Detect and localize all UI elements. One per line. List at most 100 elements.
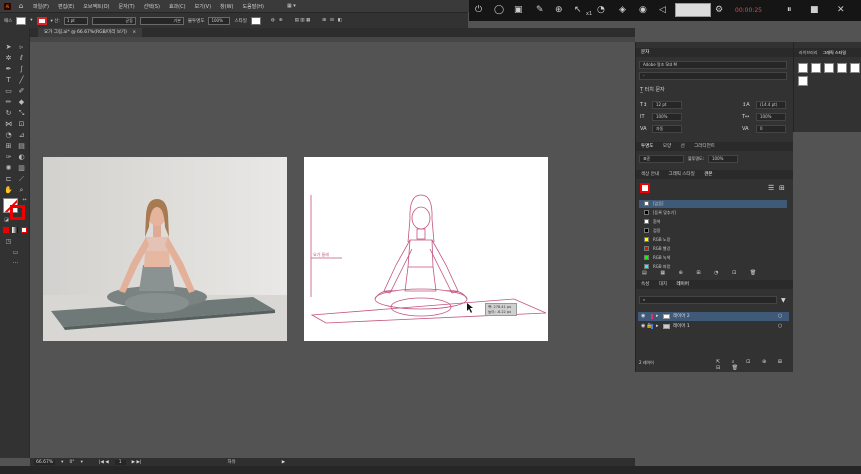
symbol-sprayer-tool-icon[interactable]: ✺ <box>4 164 13 173</box>
layers-filter-icon[interactable]: ▼ <box>781 297 786 304</box>
artboard-number-field[interactable]: 1 <box>114 459 126 465</box>
tab-artboards[interactable]: 대지 <box>659 280 667 289</box>
panel-opacity-field[interactable]: 100% <box>708 155 738 163</box>
menu-help[interactable]: 도움말(H) <box>243 3 264 10</box>
horizontal-scale-field[interactable]: 100% <box>756 113 786 121</box>
menu-edit[interactable]: 편집(E) <box>58 3 74 10</box>
pencil-tool-icon[interactable]: ✏ <box>4 98 13 107</box>
eraser-tool-icon[interactable]: ◆ <box>17 98 26 107</box>
perspective-tool-icon[interactable]: ⊿ <box>17 131 26 140</box>
visibility-eye-icon[interactable]: ◉ <box>641 322 645 331</box>
camera-icon[interactable]: ▣ <box>514 5 523 15</box>
free-transform-tool-icon[interactable]: ⊡ <box>17 120 26 129</box>
width-tool-icon[interactable]: ⋈ <box>4 120 13 129</box>
menu-file[interactable]: 파일(F) <box>33 3 49 10</box>
zoom-tool-icon[interactable]: ⌕ <box>17 186 26 195</box>
fill-swatch[interactable] <box>16 16 27 25</box>
zoom-icon[interactable]: ⊕ <box>555 5 563 15</box>
stop-record-icon[interactable]: ⏻ <box>475 5 482 15</box>
screen-mode-icon[interactable]: ▭ <box>11 248 20 257</box>
stroke-label-icon[interactable]: ▾ 선: <box>51 18 60 24</box>
arrow-icon[interactable]: ↖ <box>574 5 582 15</box>
artboard-1-photo[interactable] <box>43 157 287 341</box>
draw-mode-icon[interactable]: ◳ <box>4 237 13 246</box>
direct-selection-tool-icon[interactable]: ▹ <box>17 43 26 52</box>
style-swatch[interactable] <box>250 16 261 25</box>
stroke-color-box[interactable] <box>10 205 25 220</box>
status-menu-icon[interactable]: ▶ <box>282 460 285 465</box>
tab-properties[interactable]: 속성 <box>641 280 649 289</box>
workspace-icon[interactable]: ▦ ▾ <box>287 3 296 9</box>
pen-icon[interactable]: ✎ <box>536 5 544 15</box>
rotation-chevron-icon[interactable]: ▾ <box>81 460 83 465</box>
kerning-field[interactable]: 자동 <box>652 125 682 133</box>
next-artboard-icon[interactable]: ▶ ▶| <box>132 460 142 465</box>
style-thumb-6[interactable] <box>798 76 808 86</box>
stroke-profile-dropdown[interactable]: 균등 <box>91 16 136 25</box>
style-thumb-2[interactable] <box>811 63 821 73</box>
zoom-level-field[interactable]: 66.67% <box>34 459 56 465</box>
close-recorder-icon[interactable]: ✕ <box>837 5 845 15</box>
transform-icon[interactable]: ⊞ <box>322 18 326 23</box>
graph-tool-icon[interactable]: ▥ <box>17 164 26 173</box>
artboard-tool-icon[interactable]: ⊏ <box>4 175 13 184</box>
blend-mode-dropdown[interactable]: 표준 <box>639 155 684 163</box>
visibility-eye-icon[interactable]: ◉ <box>641 312 645 321</box>
stroke-swatch[interactable] <box>36 16 47 25</box>
swatch-red[interactable]: RGB 빨강 <box>639 245 787 253</box>
paintbrush-tool-icon[interactable]: ✐ <box>17 87 26 96</box>
type-tool-icon[interactable]: T <box>4 76 13 85</box>
tab-transparency[interactable]: 투명도 <box>641 142 653 151</box>
first-artboard-icon[interactable]: |◀ ◀ <box>99 460 109 465</box>
rotation-field[interactable]: 0° <box>69 460 74 465</box>
list-view-icon[interactable]: ☰ <box>768 184 774 192</box>
swatch-none[interactable]: [없음] <box>639 200 787 208</box>
layer-row-1[interactable]: ◉ 🔒 ▸ 레이어 1 ○ <box>638 322 789 331</box>
swatch-footer-icons[interactable]: ▤ ▦ ⊕ ⊞ ◔ ⊡ 🗑 <box>642 270 762 276</box>
target-circle-icon[interactable]: ○ <box>778 312 782 321</box>
layer-name-2[interactable]: 레이어 2 <box>673 314 690 319</box>
eyedropper-tool-icon[interactable]: ✑ <box>4 153 13 162</box>
style-thumb-4[interactable] <box>837 63 847 73</box>
speaker-icon[interactable]: ◔ <box>597 5 605 15</box>
font-size-field[interactable]: 12 pt <box>652 101 682 109</box>
hand-tool-icon[interactable]: ✋ <box>4 186 13 195</box>
swatch-white[interactable]: 흰색 <box>639 218 787 226</box>
vertical-scale-field[interactable]: 100% <box>652 113 682 121</box>
expand-chevron-icon[interactable]: ▸ <box>656 322 659 331</box>
grid-view-icon[interactable]: ⊞ <box>779 184 785 192</box>
settings-icon[interactable]: ⚙ <box>715 5 723 15</box>
blend-tool-icon[interactable]: ◐ <box>17 153 26 162</box>
layer-name-1[interactable]: 레이어 1 <box>673 324 690 329</box>
lasso-tool-icon[interactable]: ℓ <box>17 54 26 63</box>
menu-view[interactable]: 보기(V) <box>195 3 212 10</box>
swatch-green[interactable]: RGB 녹색 <box>639 254 787 262</box>
style-thumb-3[interactable] <box>824 63 834 73</box>
stop-icon[interactable]: ■ <box>810 5 819 15</box>
none-mode-button[interactable] <box>21 227 27 233</box>
stroke-width-field[interactable]: 1 pt <box>63 16 88 25</box>
opacity-field[interactable]: 100% <box>208 16 231 25</box>
home-icon[interactable]: ⌂ <box>17 2 25 10</box>
zoom-chevron-icon[interactable]: ▾ <box>61 460 63 465</box>
more-tools-icon[interactable]: ··· <box>11 259 20 268</box>
menu-select[interactable]: 선택(S) <box>144 3 160 10</box>
recording-thumbnail[interactable] <box>675 3 711 17</box>
layers-footer-icons[interactable]: ⇱ ⌕ ⊡ ⊕ ⊞ ⊟ 🗑 <box>716 359 793 371</box>
leading-field[interactable]: (14.4 pt) <box>756 101 786 109</box>
default-colors-icon[interactable]: ◪ <box>2 216 11 225</box>
pause-icon[interactable]: ⏸ <box>787 5 792 15</box>
gradient-tool-icon[interactable]: ▤ <box>17 142 26 151</box>
tab-libraries[interactable]: 라이브러리 <box>799 48 817 57</box>
menu-type[interactable]: 문자(T) <box>119 3 135 10</box>
brush-dropdown[interactable]: 기본 <box>139 16 184 25</box>
swatch-black[interactable]: 검정 <box>639 227 787 235</box>
menu-effect[interactable]: 효과(C) <box>169 3 186 10</box>
scale-tool-icon[interactable]: ⤡ <box>17 109 26 118</box>
tab-character[interactable]: 문자 <box>641 48 649 57</box>
tab-graphic-styles-lib[interactable]: 그래픽 스타일 <box>823 48 846 57</box>
align-icon[interactable]: ▤ ▥ ▦ <box>295 18 311 23</box>
curvature-tool-icon[interactable]: ∫ <box>17 65 26 74</box>
magic-wand-tool-icon[interactable]: ✲ <box>4 54 13 63</box>
font-style-dropdown[interactable]: - <box>639 72 787 80</box>
